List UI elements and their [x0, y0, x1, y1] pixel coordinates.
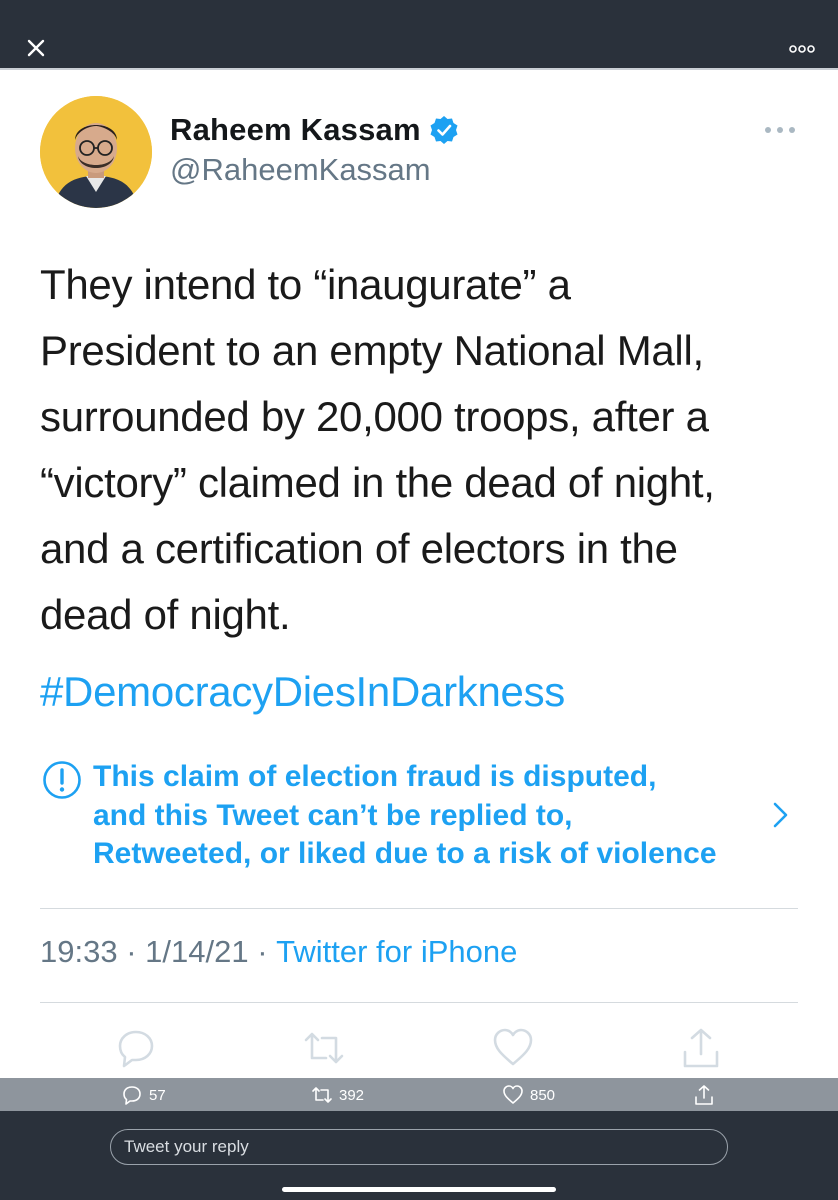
retweet-icon[interactable]: [302, 1026, 346, 1070]
reply-icon: [123, 1086, 141, 1105]
reply-bar: Tweet your reply: [0, 1111, 838, 1200]
retweet-icon: [312, 1087, 332, 1103]
share-button[interactable]: [693, 1083, 715, 1107]
share-icon[interactable]: [679, 1026, 723, 1070]
tweet-time: 19:33: [40, 934, 118, 969]
top-bar: [0, 0, 838, 68]
like-count-value: 850: [530, 1086, 556, 1104]
retweet-count[interactable]: 392: [311, 1083, 364, 1107]
meta-separator: ·: [248, 934, 277, 969]
more-icon[interactable]: [788, 40, 816, 58]
retweet-count-value: 392: [339, 1086, 365, 1104]
share-icon: [695, 1085, 713, 1105]
display-name[interactable]: Raheem Kassam: [170, 112, 421, 148]
reply-count-value: 57: [149, 1086, 166, 1104]
hashtag-link[interactable]: #DemocracyDiesInDarkness: [40, 668, 565, 716]
tweet-source-link[interactable]: Twitter for iPhone: [276, 934, 517, 970]
divider: [40, 908, 798, 909]
reply-icon[interactable]: [114, 1026, 158, 1070]
reply-input[interactable]: Tweet your reply: [110, 1129, 728, 1165]
notice-text: This claim of election fraud is disputed…: [93, 760, 717, 870]
divider: [40, 1002, 798, 1003]
heart-icon: [503, 1085, 523, 1104]
exclamation-circle-icon: [43, 761, 81, 799]
reply-count[interactable]: 57: [121, 1083, 166, 1107]
home-indicator[interactable]: [282, 1187, 556, 1192]
tweet-more-icon[interactable]: [764, 124, 796, 136]
avatar-photo: [40, 96, 152, 208]
avatar[interactable]: [40, 96, 152, 208]
close-icon[interactable]: [22, 34, 50, 62]
tweet-meta: 19:33 · 1/14/21 · Twitter for iPhone: [40, 934, 517, 970]
heart-icon[interactable]: [491, 1026, 535, 1070]
chevron-right-icon: [773, 802, 788, 828]
top-bar-divider: [0, 68, 838, 70]
author-name-row: Raheem Kassam: [170, 110, 459, 150]
tweet-actions: [0, 1026, 838, 1076]
tweet-text: They intend to “inaugurate” a President …: [40, 261, 715, 638]
meta-separator: ·: [117, 934, 146, 969]
engagement-counts-bar: 57 392 850: [0, 1078, 838, 1111]
disputed-claim-notice[interactable]: This claim of election fraud is disputed…: [40, 758, 800, 878]
tweet-date: 1/14/21: [145, 934, 249, 969]
verified-badge-icon: [430, 116, 458, 144]
author-handle[interactable]: @RaheemKassam: [170, 152, 431, 188]
like-count[interactable]: 850: [502, 1083, 555, 1107]
